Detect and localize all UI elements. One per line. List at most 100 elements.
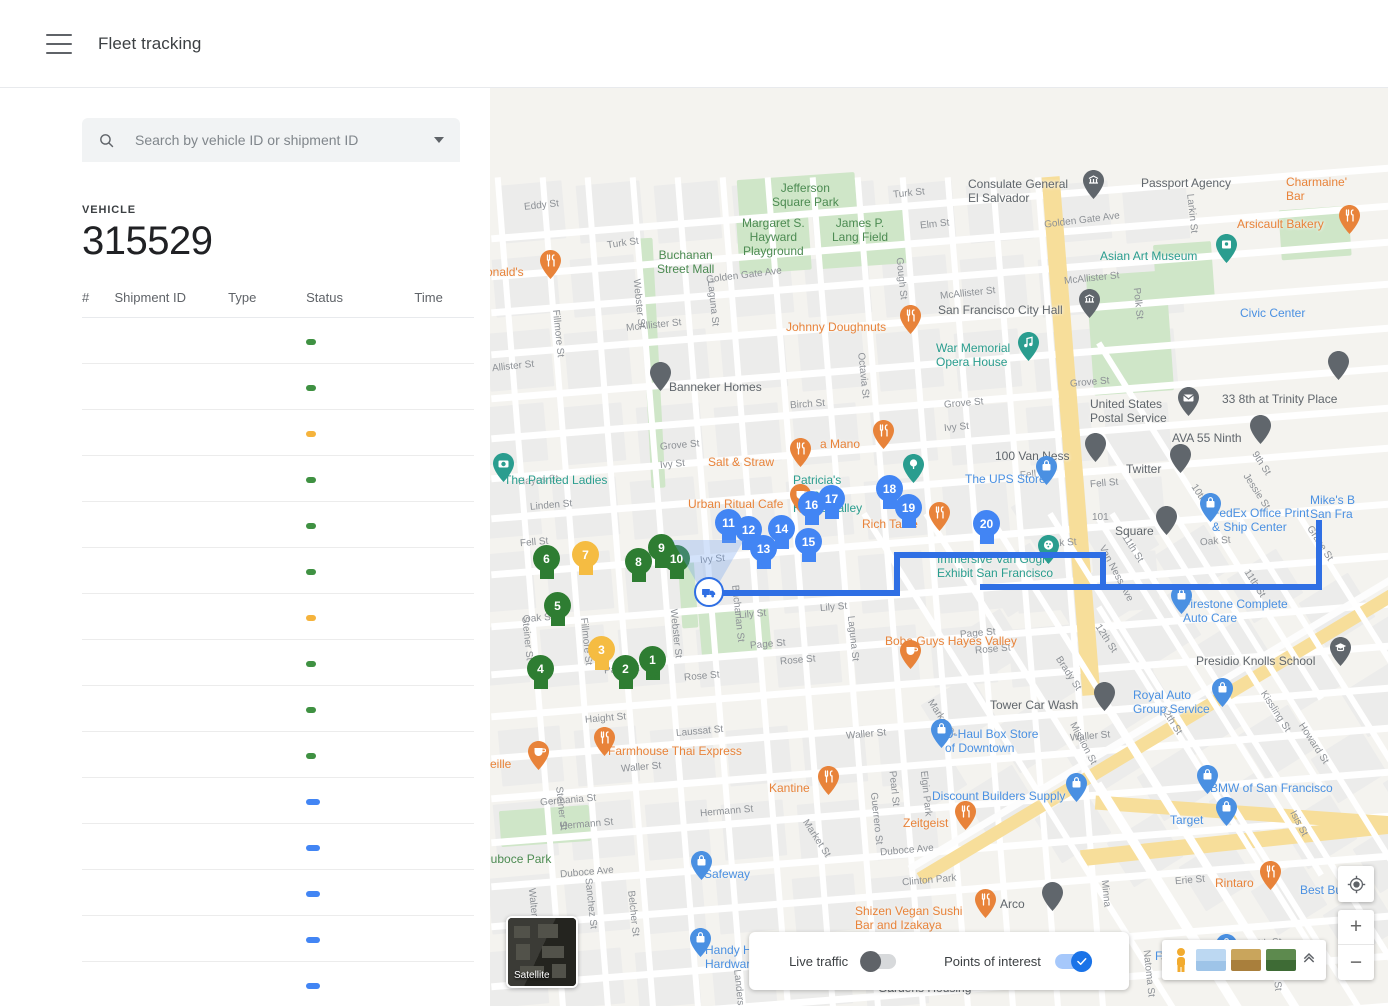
map-stop-marker[interactable]: 20 — [973, 510, 1000, 547]
map-poi-label[interactable]: eille — [490, 758, 511, 772]
street-view-and-layers-bar[interactable] — [1162, 940, 1326, 980]
table-row[interactable] — [82, 364, 474, 410]
map-poi-label[interactable]: Tower Car Wash — [990, 699, 1078, 713]
map-stop-marker[interactable]: 5 — [544, 592, 571, 629]
map-poi-label[interactable]: Zeitgeist — [903, 817, 948, 831]
map-poi-pin-icon[interactable] — [1036, 456, 1054, 474]
map-poi-pin-icon[interactable] — [1339, 205, 1357, 223]
map-stop-marker[interactable]: 1 — [639, 646, 666, 683]
map-poi-pin-icon[interactable] — [691, 851, 709, 869]
table-row[interactable] — [82, 548, 474, 594]
map-canvas[interactable]: Eddy StTurk StTurk StElm StGolden Gate A… — [490, 88, 1388, 1006]
map-stop-marker[interactable]: 19 — [895, 494, 922, 531]
map-poi-pin-icon[interactable] — [955, 801, 973, 819]
map-poi-label[interactable]: Charmaine' Bar — [1286, 176, 1347, 204]
live-traffic-control[interactable]: Live traffic — [789, 954, 896, 969]
map-poi-pin-icon[interactable] — [594, 727, 612, 745]
map-poi-label[interactable]: United States Postal Service — [1090, 398, 1167, 426]
table-row[interactable] — [82, 502, 474, 548]
table-row[interactable] — [82, 962, 474, 1006]
map-poi-pin-icon[interactable] — [1197, 765, 1215, 783]
map-poi-pin-icon[interactable] — [540, 250, 558, 268]
map-poi-pin-icon[interactable] — [975, 889, 993, 907]
layer-swatch-terrain[interactable] — [1231, 949, 1261, 971]
map-poi-label[interactable]: Arsicault Bakery — [1237, 218, 1324, 232]
map-poi-label[interactable]: Discount Builders Supply — [932, 790, 1065, 804]
map-poi-pin-icon[interactable] — [493, 453, 511, 471]
map-viewport[interactable]: Eddy StTurk StTurk StElm StGolden Gate A… — [490, 88, 1388, 1006]
map-poi-label[interactable]: BMW of San Francisco — [1210, 782, 1333, 796]
map-poi-pin-icon[interactable] — [690, 928, 708, 946]
map-poi-label[interactable]: Consulate General El Salvador — [968, 178, 1068, 206]
pegman-icon[interactable] — [1171, 947, 1191, 973]
map-poi-pin-icon[interactable] — [1156, 506, 1174, 524]
map-poi-pin-icon[interactable] — [1094, 682, 1112, 700]
chevron-down-icon[interactable] — [434, 137, 444, 143]
map-poi-pin-icon[interactable] — [873, 420, 891, 438]
chevron-up-icon[interactable] — [1301, 952, 1317, 968]
table-row[interactable] — [82, 824, 474, 870]
layer-swatch-default[interactable] — [1196, 949, 1226, 971]
map-poi-pin-icon[interactable] — [1216, 234, 1234, 252]
map-poi-pin-icon[interactable] — [1083, 170, 1101, 188]
map-poi-pin-icon[interactable] — [929, 502, 947, 520]
map-poi-pin-icon[interactable] — [1018, 332, 1036, 350]
map-poi-pin-icon[interactable] — [1216, 797, 1234, 815]
map-poi-pin-icon[interactable] — [1260, 861, 1278, 879]
map-poi-label[interactable]: Civic Center — [1240, 307, 1305, 321]
map-stop-marker[interactable]: 17 — [818, 485, 845, 522]
table-row[interactable] — [82, 318, 474, 364]
map-poi-label[interactable]: Twitter — [1126, 463, 1161, 477]
map-stop-marker[interactable]: 2 — [612, 655, 639, 692]
map-poi-pin-icon[interactable] — [900, 640, 918, 658]
live-traffic-toggle[interactable] — [862, 954, 896, 969]
map-poi-pin-icon[interactable] — [1212, 678, 1230, 696]
map-poi-pin-icon[interactable] — [790, 438, 808, 456]
map-poi-label[interactable]: Banneker Homes — [669, 381, 762, 395]
satellite-toggle-button[interactable]: Satellite — [506, 916, 578, 988]
map-poi-pin-icon[interactable] — [1038, 535, 1056, 553]
points-of-interest-toggle[interactable] — [1055, 954, 1089, 969]
table-row[interactable] — [82, 916, 474, 962]
map-poi-label[interactable]: Passport Agency — [1141, 177, 1231, 191]
table-row[interactable] — [82, 686, 474, 732]
map-poi-pin-icon[interactable] — [528, 741, 546, 759]
map-poi-label[interactable]: War Memorial Opera House — [936, 342, 1010, 370]
points-of-interest-control[interactable]: Points of interest — [944, 954, 1089, 969]
map-poi-label[interactable]: San Francisco City Hall — [938, 304, 1063, 318]
map-poi-label[interactable]: U-Haul Box Store of Downtown — [945, 728, 1038, 756]
map-stop-marker[interactable]: 15 — [795, 528, 822, 565]
map-poi-pin-icon[interactable] — [1066, 773, 1084, 791]
map-poi-pin-icon[interactable] — [900, 305, 918, 323]
map-poi-pin-icon[interactable] — [818, 766, 836, 784]
table-row[interactable] — [82, 778, 474, 824]
map-stop-marker[interactable]: 4 — [527, 655, 554, 692]
map-poi-label[interactable]: Square — [1115, 525, 1154, 539]
zoom-in-button[interactable]: + — [1338, 910, 1374, 945]
map-poi-label[interactable]: Arco — [1000, 898, 1025, 912]
map-poi-label[interactable]: onald's — [490, 266, 524, 280]
map-poi-label[interactable]: Royal Auto Group Service — [1133, 689, 1210, 717]
map-poi-label[interactable]: Target — [1170, 814, 1203, 828]
map-poi-pin-icon[interactable] — [1042, 882, 1060, 900]
my-location-icon[interactable] — [1338, 866, 1374, 902]
table-row[interactable] — [82, 870, 474, 916]
map-poi-label[interactable]: Kantine — [769, 782, 810, 796]
map-poi-pin-icon[interactable] — [1079, 289, 1097, 307]
map-poi-label[interactable]: Asian Art Museum — [1100, 250, 1197, 264]
map-poi-pin-icon[interactable] — [1328, 351, 1346, 369]
map-poi-label[interactable]: Salt & Straw — [708, 456, 774, 470]
map-poi-label[interactable]: Presidio Knolls School — [1196, 655, 1315, 669]
map-poi-pin-icon[interactable] — [650, 362, 668, 380]
map-poi-label[interactable]: Farmhouse Thai Express — [608, 745, 742, 759]
table-row[interactable] — [82, 732, 474, 778]
search-input[interactable] — [133, 131, 424, 149]
table-row[interactable] — [82, 594, 474, 640]
map-poi-pin-icon[interactable] — [1178, 387, 1196, 405]
map-poi-label[interactable]: Rintaro — [1215, 877, 1254, 891]
map-poi-label[interactable]: FedEx Office Print & Ship Center — [1212, 507, 1309, 535]
table-row[interactable] — [82, 456, 474, 502]
map-poi-pin-icon[interactable] — [1200, 493, 1218, 511]
map-poi-pin-icon[interactable] — [931, 719, 949, 737]
map-stop-marker[interactable]: 3 — [588, 636, 615, 673]
